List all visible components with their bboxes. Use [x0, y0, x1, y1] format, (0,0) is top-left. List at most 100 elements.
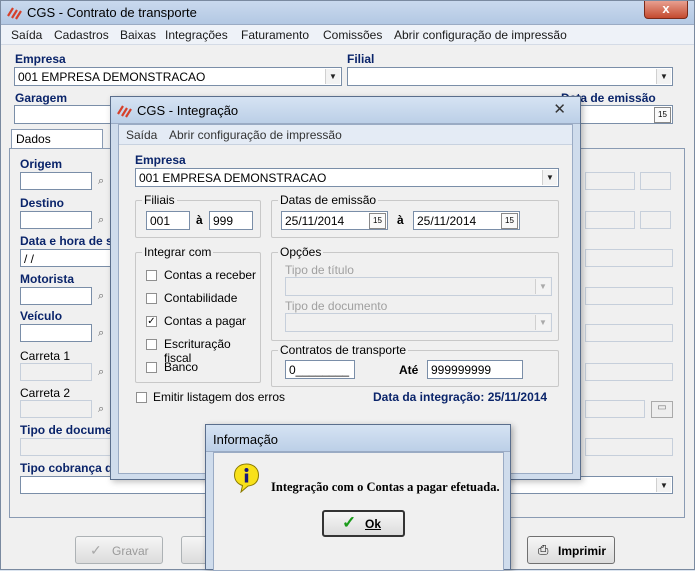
data-hora-field[interactable]: / /: [20, 249, 112, 267]
contrato-ate-field[interactable]: 999999999: [427, 360, 523, 379]
integ-menu-abrir-config[interactable]: Abrir configuração de impressão: [169, 128, 342, 142]
carreta2-label: Carreta 2: [20, 386, 71, 400]
datas-a-label: à: [397, 213, 404, 227]
filial-select[interactable]: ▼: [347, 67, 673, 86]
gravar-button[interactable]: ✓ Gravar: [75, 536, 163, 564]
contrato-de-field[interactable]: 0________: [285, 360, 355, 379]
veiculo-field[interactable]: [20, 324, 92, 342]
motorista-field[interactable]: [20, 287, 92, 305]
imprimir-label: Imprimir: [558, 544, 607, 558]
truck-icon[interactable]: ▭: [651, 401, 673, 418]
contas-pagar-checkbox[interactable]: ✓: [146, 316, 157, 327]
empresa-select[interactable]: 001 EMPRESA DEMONSTRACAO ▼: [14, 67, 342, 86]
data-ate-field[interactable]: 25/11/2014 15: [413, 211, 520, 230]
info-message: Integração com o Contas a pagar efetuada…: [271, 480, 500, 494]
calendar-icon[interactable]: 15: [369, 213, 386, 229]
main-close-button[interactable]: x: [644, 1, 688, 19]
chevron-down-icon: ▼: [542, 170, 557, 185]
field-right-10[interactable]: [585, 438, 673, 456]
app-logo-icon: [7, 7, 22, 20]
close-icon[interactable]: ✕: [553, 100, 566, 118]
menu-comissoes[interactable]: Comissões: [323, 28, 382, 42]
tipo-titulo-select[interactable]: ▼: [285, 277, 552, 296]
banco-checkbox[interactable]: [146, 362, 157, 373]
info-icon: [233, 463, 260, 493]
emitir-listagem-checkbox[interactable]: [136, 392, 147, 403]
binoculars-icon[interactable]: ⌕: [98, 175, 104, 188]
chevron-down-icon: ▼: [535, 279, 550, 294]
field-right-3[interactable]: [585, 211, 635, 229]
menu-integracoes[interactable]: Integrações: [165, 28, 228, 42]
chevron-down-icon: ▼: [656, 69, 671, 84]
data-hora-value: / /: [24, 252, 35, 266]
tipo-cobranca-label: Tipo cobrança d: [20, 461, 113, 475]
filiais-a-label: à: [196, 213, 203, 227]
integ-menu-saida[interactable]: Saída: [126, 128, 157, 142]
opcoes-label: Opções: [278, 245, 324, 259]
carreta2-field[interactable]: [20, 400, 92, 418]
check-icon: ✓: [342, 513, 357, 532]
field-right-5[interactable]: [585, 249, 673, 267]
contabilidade-checkbox[interactable]: [146, 293, 157, 304]
tipo-documento-select[interactable]: ▼: [285, 313, 552, 332]
filial-de-field[interactable]: 001: [146, 211, 190, 230]
filial-ate-field[interactable]: 999: [209, 211, 253, 230]
chevron-down-icon: ▼: [535, 315, 550, 330]
binoculars-icon[interactable]: ⌕: [98, 366, 104, 379]
tab-dados-cadastrais[interactable]: Dados cadastrais: [11, 129, 103, 160]
garagem-field[interactable]: [14, 105, 114, 124]
datas-label: Datas de emissão: [278, 193, 379, 207]
data-de-value: 25/11/2014: [285, 214, 345, 228]
tipo-documento-label: Tipo de documento: [285, 299, 388, 313]
filiais-group: Filiais 001 à 999: [135, 193, 261, 238]
motorista-label: Motorista: [20, 272, 74, 286]
veiculo-label: Veículo: [20, 309, 63, 323]
data-emissao-field[interactable]: 15: [576, 105, 673, 124]
menu-abrir-config-impressao[interactable]: Abrir configuração de impressão: [394, 28, 567, 42]
data-de-field[interactable]: 25/11/2014 15: [281, 211, 388, 230]
menu-cadastros[interactable]: Cadastros: [54, 28, 109, 42]
chevron-down-icon: ▼: [325, 69, 340, 84]
data-ate-value: 25/11/2014: [417, 214, 477, 228]
info-body: Integração com o Contas a pagar efetuada…: [213, 452, 504, 571]
field-right-9[interactable]: [585, 400, 645, 418]
origem-label: Origem: [20, 157, 63, 171]
field-right-1[interactable]: [585, 172, 635, 190]
field-right-2[interactable]: [640, 172, 671, 190]
imprimir-button[interactable]: ⎙ Imprimir: [527, 536, 615, 564]
info-titlebar: Informação: [206, 425, 510, 452]
destino-field[interactable]: [20, 211, 92, 229]
calendar-icon[interactable]: 15: [501, 213, 518, 229]
ok-button[interactable]: ✓ Ok: [322, 510, 405, 537]
menu-faturamento[interactable]: Faturamento: [241, 28, 309, 42]
carreta1-field[interactable]: [20, 363, 92, 381]
info-title: Informação: [213, 432, 279, 447]
origem-field[interactable]: [20, 172, 92, 190]
menu-baixas[interactable]: Baixas: [120, 28, 156, 42]
ok-label: Ok: [365, 517, 382, 531]
garagem-label: Garagem: [15, 91, 68, 105]
integracao-body: Saída Abrir configuração de impressão Em…: [118, 124, 573, 474]
field-right-6[interactable]: [585, 287, 673, 305]
escrituracao-checkbox[interactable]: [146, 339, 157, 350]
empresa-label: Empresa: [15, 52, 66, 66]
binoculars-icon[interactable]: ⌕: [98, 290, 104, 303]
menu-saida[interactable]: Saída: [11, 28, 42, 42]
printer-icon: ⎙: [538, 542, 549, 557]
opcoes-group: Opções Tipo de título ▼ Tipo de document…: [271, 245, 559, 341]
contrato-de-value: 0________: [289, 363, 350, 377]
integ-empresa-select[interactable]: 001 EMPRESA DEMONSTRACAO ▼: [135, 168, 559, 187]
field-right-4[interactable]: [640, 211, 671, 229]
field-right-8[interactable]: [585, 363, 673, 381]
calendar-icon[interactable]: 15: [654, 107, 671, 123]
binoculars-icon[interactable]: ⌕: [98, 403, 104, 416]
field-right-7[interactable]: [585, 324, 673, 342]
binoculars-icon[interactable]: ⌕: [98, 214, 104, 227]
contas-receber-checkbox[interactable]: [146, 270, 157, 281]
app-logo-icon: [117, 105, 132, 118]
data-hora-label: Data e hora de s: [20, 234, 113, 248]
tipo-doc-field[interactable]: [20, 438, 112, 456]
binoculars-icon[interactable]: ⌕: [98, 327, 104, 340]
tipo-doc-label: Tipo de docume: [20, 423, 112, 437]
contas-pagar-label: Contas a pagar: [164, 314, 247, 328]
